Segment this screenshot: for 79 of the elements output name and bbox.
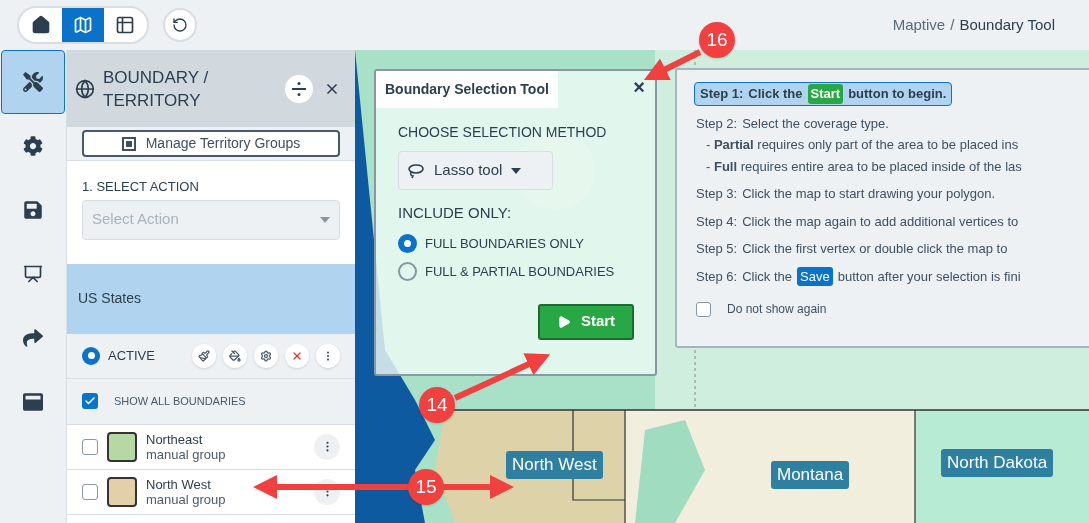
option-label: FULL & PARTIAL BOUNDARIES — [425, 263, 615, 281]
layer-action-button[interactable] — [254, 343, 278, 368]
step-text: button after your selection is fini — [837, 267, 1021, 286]
active-label: ACTIVE — [108, 346, 155, 365]
include-label: INCLUDE ONLY: — [398, 203, 513, 223]
home-icon — [31, 15, 51, 35]
option-radio[interactable] — [398, 233, 417, 253]
step-text: Click the map again to add additional vertices to — [742, 212, 1019, 231]
step-text: Click the first vertex or double click the map to — [742, 240, 1008, 258]
breadcrumb-item: Boundary Tool — [959, 14, 1055, 35]
step-label: Step 4: — [696, 212, 738, 231]
manage-groups-button[interactable]: Manage Territory Groups — [82, 130, 340, 157]
step-text: Click the — [748, 85, 803, 103]
window-icon — [23, 392, 43, 412]
region-label: Montana — [771, 461, 850, 489]
annotation-badge: 16 — [699, 22, 735, 58]
action-label: 1. SELECT ACTION — [82, 178, 200, 196]
step-text: Click the map to start drawing your polygon. — [742, 185, 996, 203]
layer-band[interactable]: US States — [67, 263, 355, 334]
check-icon — [84, 395, 96, 407]
step-label: Step 1: — [700, 85, 744, 103]
layer-action-button[interactable] — [223, 343, 247, 368]
view-button[interactable] — [62, 8, 104, 42]
dont-show-checkbox[interactable] — [696, 301, 711, 317]
step-text: Click the — [742, 267, 793, 286]
close-button[interactable]: × — [633, 77, 645, 97]
step-label: Step 5: — [696, 240, 738, 258]
show-all-checkbox[interactable] — [82, 393, 98, 409]
lasso-icon — [407, 162, 425, 179]
group-name: Northeast — [146, 431, 204, 447]
map-icon — [73, 15, 93, 35]
option-label: FULL BOUNDARIES ONLY — [425, 234, 584, 253]
step-label: Step 3: — [696, 185, 738, 203]
button-badge: Save — [797, 266, 833, 286]
caret-icon — [320, 216, 330, 223]
button-badge: Start — [807, 84, 844, 104]
group-checkbox[interactable] — [82, 438, 98, 455]
group-type: manual group — [146, 446, 226, 462]
step-note: - Full requires entire area to be placed inside of the las — [706, 157, 1022, 176]
method-dropdown[interactable]: Lasso tool — [398, 151, 553, 190]
panel-title: BOUNDARY / TERRITORY — [103, 66, 210, 112]
step-text: button to begin. — [848, 85, 947, 103]
breadcrumb-separator: / — [950, 14, 955, 35]
show-all-label: SHOW ALL BOUNDARIES — [114, 393, 246, 409]
method-label: CHOOSE SELECTION METHOD — [398, 123, 608, 142]
step-text: Select the coverage type. — [742, 114, 889, 133]
option-radio[interactable] — [398, 262, 417, 282]
step-note: - Partial requires only part of the area to be placed ins — [706, 136, 1019, 154]
paint-bucket-icon — [229, 349, 241, 362]
group-type: manual group — [146, 491, 226, 507]
undo-button[interactable] — [163, 8, 197, 42]
share-icon — [23, 328, 43, 348]
settings-icon — [23, 136, 43, 156]
region-label: North Dakota — [941, 449, 1054, 477]
step-label: Step 6: — [696, 267, 738, 286]
collapse-icon — [292, 80, 306, 97]
step-label: Step 2: — [696, 114, 738, 133]
collapse-button[interactable] — [285, 74, 313, 103]
brush-icon — [198, 349, 210, 362]
dialog-title: Boundary Selection Tool — [376, 71, 558, 108]
dont-show-label: Do not show again — [727, 301, 827, 318]
tools-icon — [23, 72, 43, 92]
image-frame-icon — [121, 136, 136, 151]
undo-icon — [172, 17, 188, 33]
breadcrumb-item[interactable]: Maptive — [892, 13, 946, 37]
caret-icon — [511, 167, 522, 174]
globe-icon — [75, 78, 95, 99]
annotation-arrow — [643, 49, 702, 80]
active-radio[interactable] — [82, 346, 100, 365]
table-icon — [115, 15, 135, 35]
play-icon — [556, 314, 571, 329]
region-label: North West — [506, 451, 603, 479]
save-icon — [23, 200, 43, 220]
layer-action-button[interactable] — [192, 343, 216, 368]
group-name: North West — [146, 476, 212, 492]
rail-button[interactable] — [1, 50, 65, 114]
settings-icon — [260, 349, 272, 362]
group-checkbox[interactable] — [82, 483, 98, 500]
presentation-icon — [23, 264, 43, 284]
